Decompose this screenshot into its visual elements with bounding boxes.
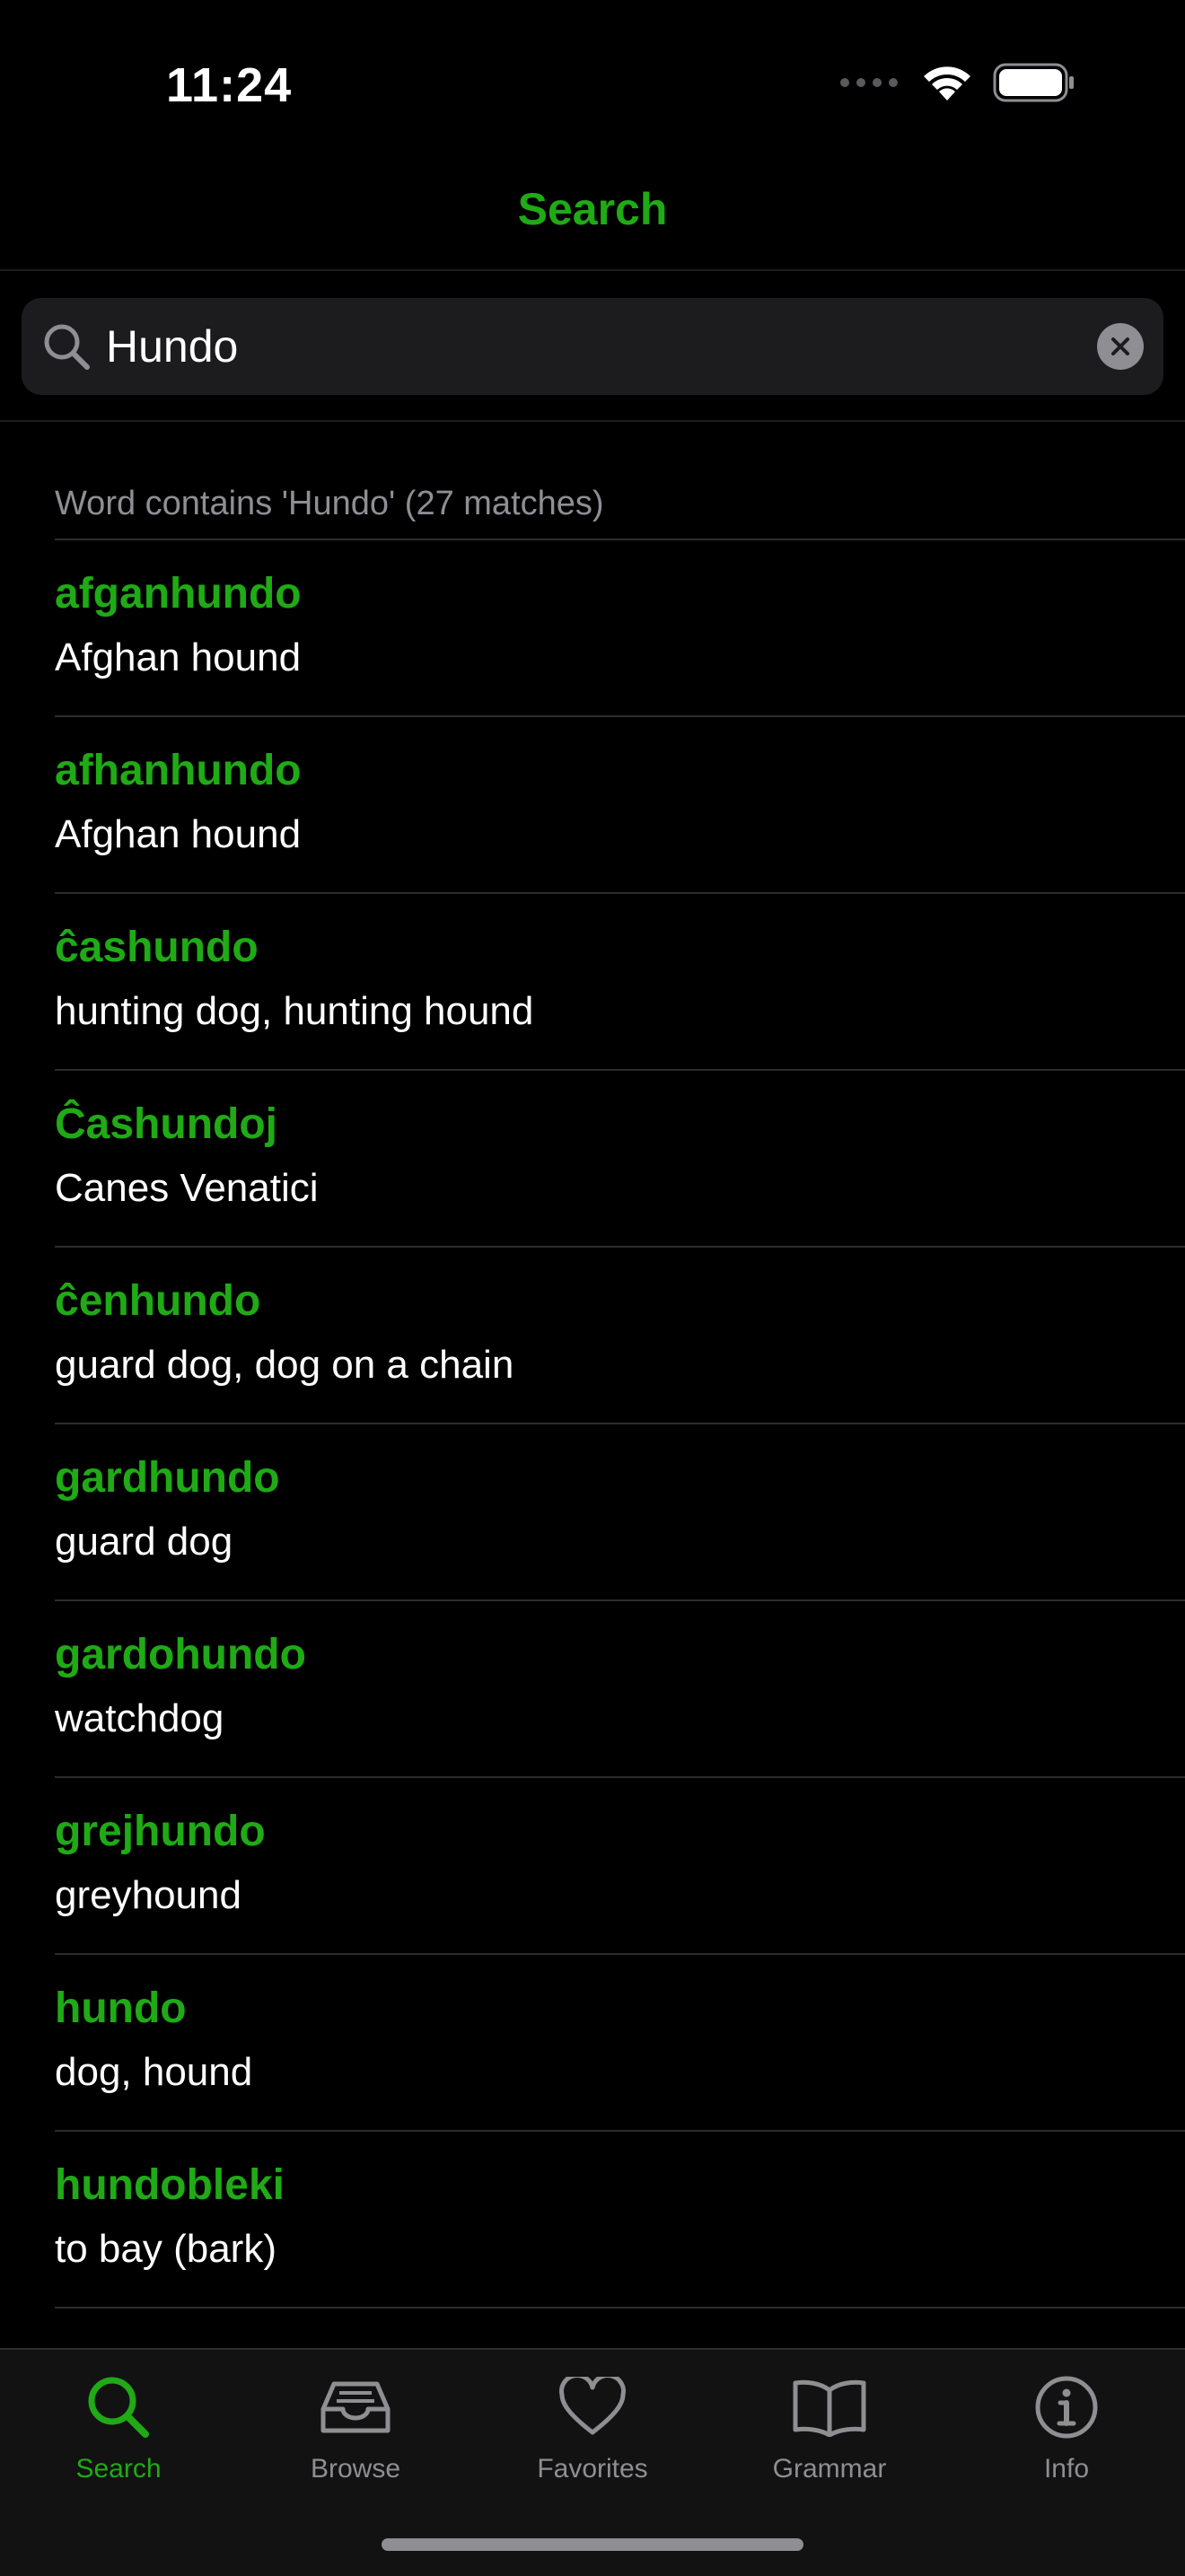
results-list[interactable]: Word contains 'Hundo' (27 matches) afgan…	[0, 422, 1185, 2348]
status-indicators	[838, 63, 1075, 107]
tab-favorites[interactable]: Favorites	[474, 2371, 711, 2484]
info-icon	[948, 2371, 1185, 2443]
status-bar: 11:24	[0, 0, 1185, 171]
close-icon	[1111, 337, 1129, 355]
wifi-icon	[921, 63, 973, 107]
clear-search-button[interactable]	[1097, 323, 1144, 370]
search-bar	[0, 271, 1185, 422]
list-item[interactable]: afganhundo Afghan hound	[55, 540, 1185, 717]
battery-icon	[993, 63, 1075, 107]
entry-word: gardohundo	[55, 1631, 306, 1678]
tray-icon	[237, 2371, 474, 2443]
entry-word: afhanhundo	[55, 747, 302, 794]
cellular-signal-icon	[838, 76, 901, 93]
search-field[interactable]	[22, 298, 1163, 395]
heart-icon	[474, 2371, 711, 2443]
tab-search[interactable]: Search	[0, 2371, 237, 2484]
list-item[interactable]: grejhundo greyhound	[55, 1778, 1185, 1955]
search-icon	[0, 2371, 237, 2443]
list-item[interactable]: gardhundo guard dog	[55, 1424, 1185, 1601]
results-rows: afganhundo Afghan hound afhanhundo Afgha…	[0, 540, 1185, 2309]
search-icon	[41, 321, 92, 376]
entry-meaning: guard dog	[55, 1520, 233, 1564]
navigation-bar: Search	[0, 171, 1185, 271]
tab-label: Info	[1043, 2454, 1090, 2484]
tab-grammar[interactable]: Grammar	[711, 2371, 948, 2484]
list-item[interactable]: ĉashundo hunting dog, hunting hound	[55, 894, 1185, 1071]
entry-meaning: hunting dog, hunting hound	[55, 989, 534, 1033]
tab-label: Browse	[310, 2454, 401, 2484]
entry-meaning: greyhound	[55, 1873, 241, 1917]
tab-label: Favorites	[537, 2454, 648, 2484]
entry-meaning: Afghan hound	[55, 812, 302, 856]
list-item[interactable]: hundobleki to bay (bark)	[55, 2132, 1185, 2309]
entry-word: afganhundo	[55, 570, 302, 618]
list-item[interactable]: ĉenhundo guard dog, dog on a chain	[55, 1248, 1185, 1424]
tab-label: Grammar	[772, 2454, 887, 2484]
page-title: Search	[517, 184, 668, 234]
entry-word: hundobleki	[55, 2161, 285, 2209]
book-icon	[711, 2371, 948, 2443]
tab-label: Search	[75, 2454, 162, 2484]
search-input[interactable]	[106, 298, 1075, 395]
tab-browse[interactable]: Browse	[237, 2371, 474, 2484]
entry-meaning: watchdog	[55, 1696, 224, 1740]
results-section-header: Word contains 'Hundo' (27 matches)	[55, 485, 604, 522]
entry-meaning: dog, hound	[55, 2050, 253, 2094]
list-item[interactable]: afhanhundo Afghan hound	[55, 717, 1185, 894]
entry-word: gardhundo	[55, 1454, 280, 1502]
list-item[interactable]: hundo dog, hound	[55, 1955, 1185, 2132]
home-indicator	[382, 2538, 803, 2551]
entry-word: grejhundo	[55, 1808, 266, 1855]
entry-word: ĉenhundo	[55, 1277, 261, 1325]
entry-meaning: Afghan hound	[55, 635, 302, 679]
status-time: 11:24	[166, 58, 293, 112]
entry-word: Ĉashundoj	[55, 1100, 277, 1148]
entry-word: ĉashundo	[55, 924, 259, 971]
entry-meaning: guard dog, dog on a chain	[55, 1343, 514, 1387]
entry-meaning: Canes Venatici	[55, 1166, 319, 1210]
entry-word: hundo	[55, 1985, 187, 2032]
list-item[interactable]: gardohundo watchdog	[55, 1601, 1185, 1778]
list-item[interactable]: Ĉashundoj Canes Venatici	[55, 1071, 1185, 1248]
tab-info[interactable]: Info	[948, 2371, 1185, 2484]
entry-meaning: to bay (bark)	[55, 2227, 276, 2271]
